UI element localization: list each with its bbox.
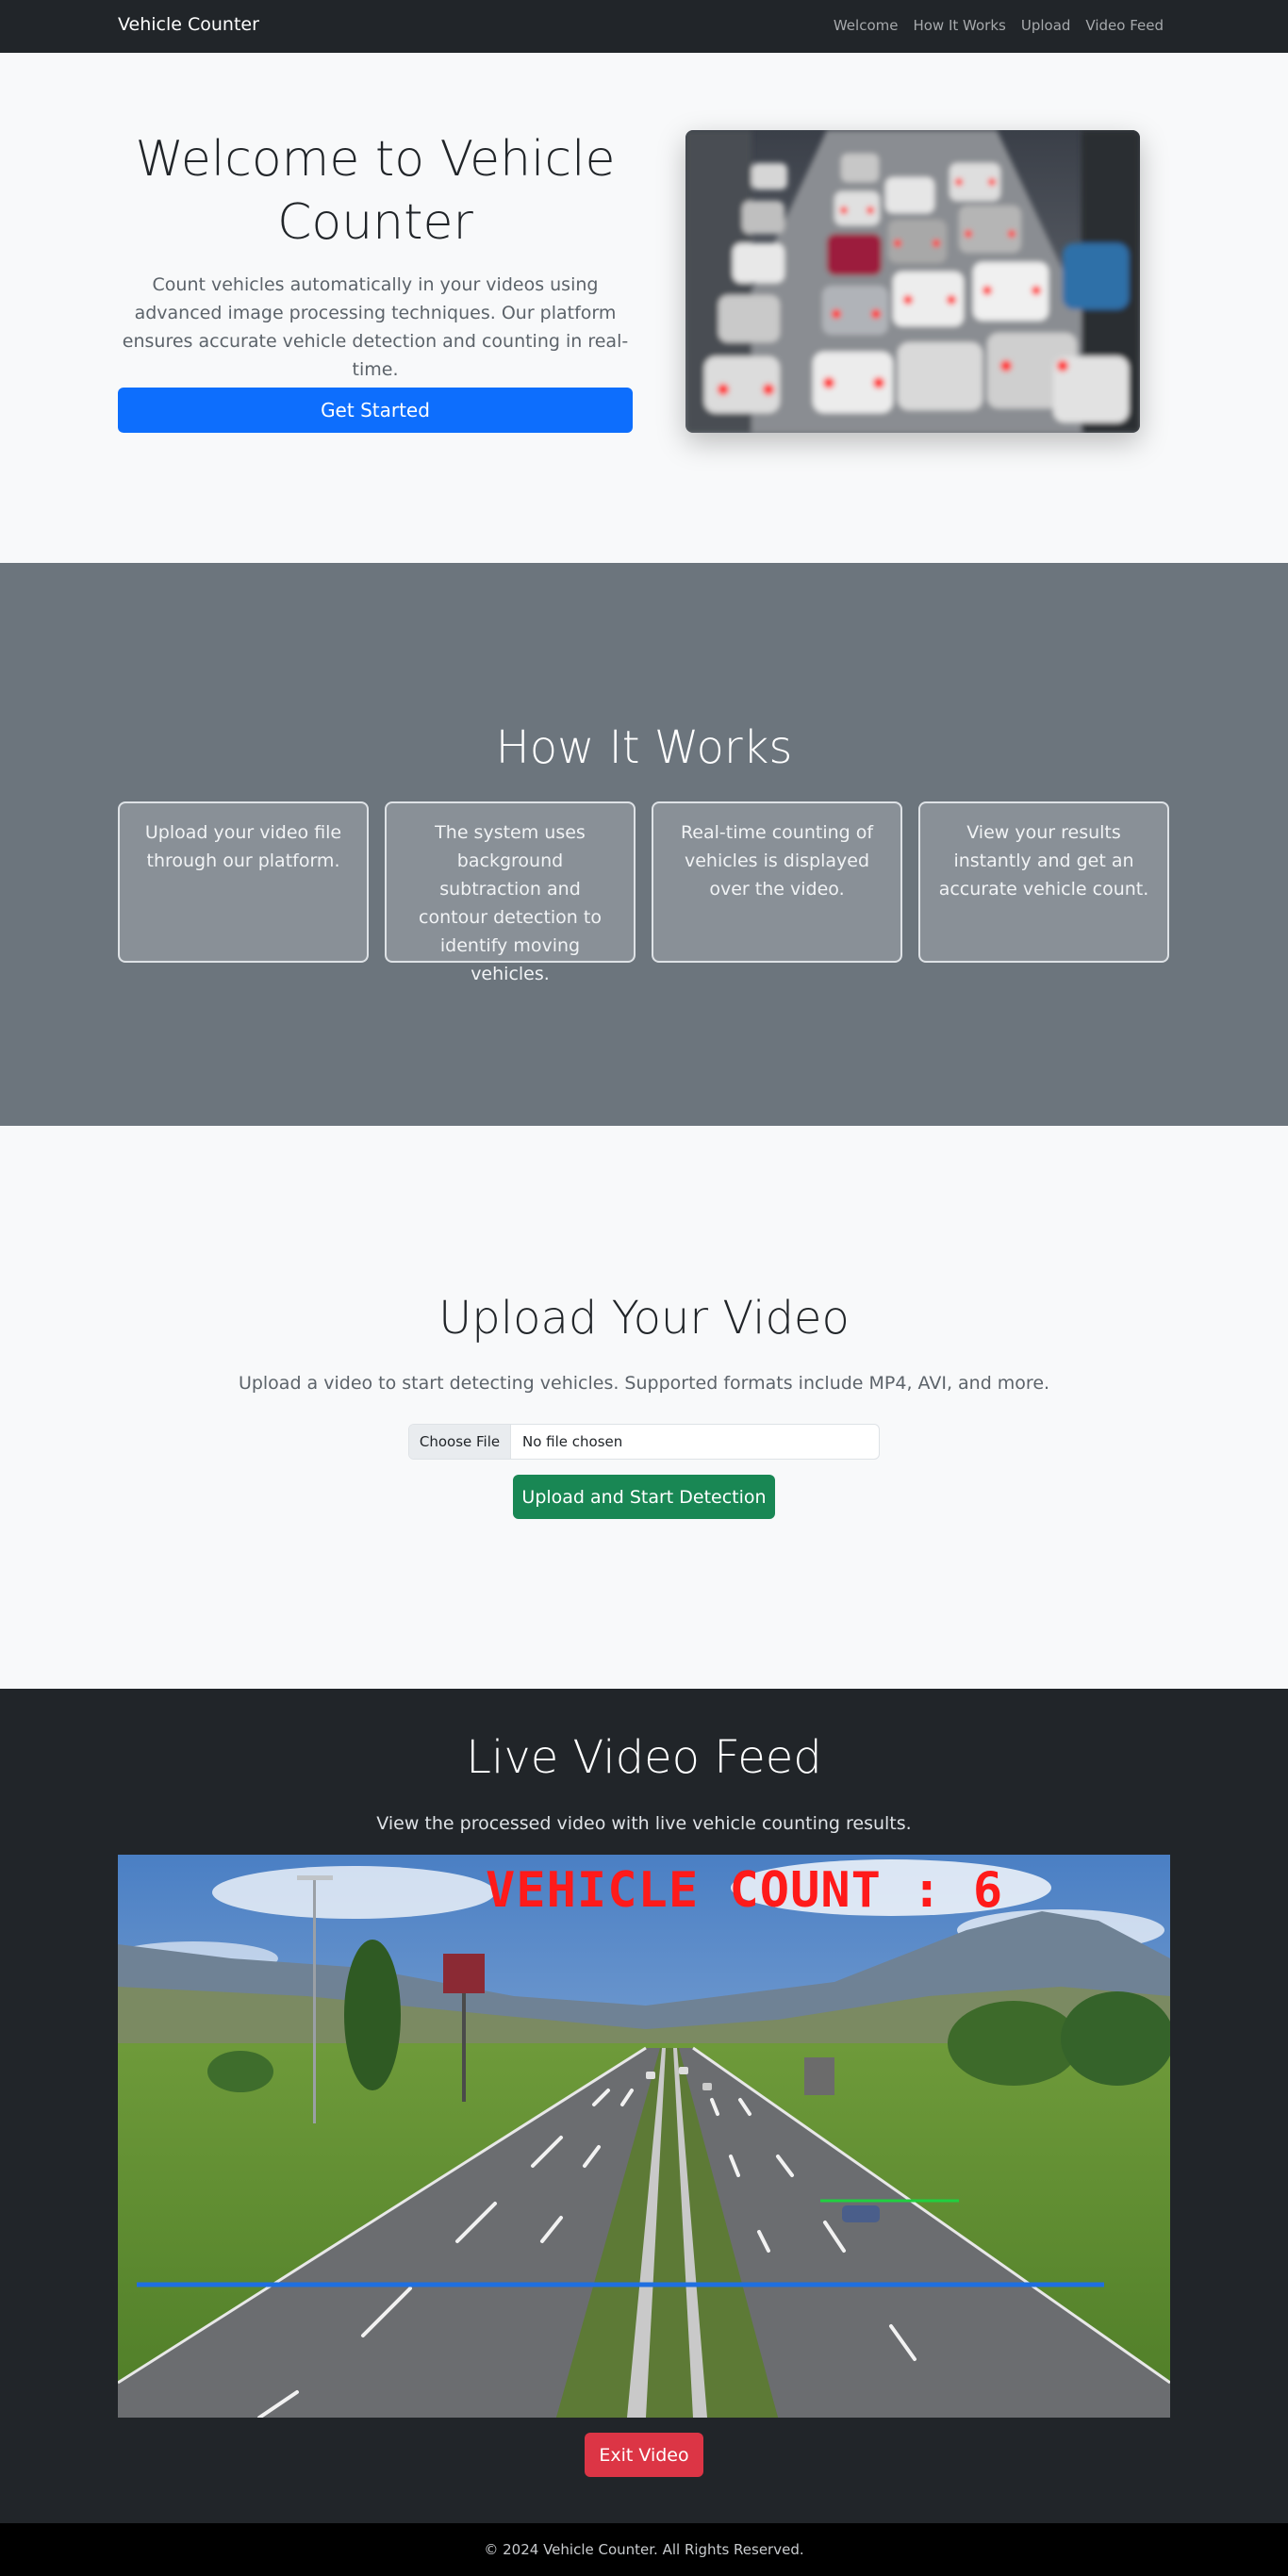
step-card-upload: Upload your video file through our platf… — [118, 801, 369, 963]
how-it-works-section: How It Works Upload your video file thro… — [0, 563, 1288, 1126]
video-feed-section: Live Video Feed View the processed video… — [0, 1689, 1288, 2523]
welcome-section: Welcome to Vehicle Counter Count vehicle… — [0, 53, 1288, 563]
nav-link-welcome[interactable]: Welcome — [834, 17, 899, 34]
upload-title: Upload Your Video — [438, 1292, 850, 1345]
brand-link[interactable]: Vehicle Counter — [118, 14, 259, 35]
nav-links: Welcome How It Works Upload Video Feed — [834, 17, 1164, 34]
nav-link-how-it-works[interactable]: How It Works — [913, 17, 1005, 34]
upload-description: Upload a video to start detecting vehicl… — [238, 1373, 1050, 1394]
traffic-image — [685, 130, 1140, 433]
hero-description: Count vehicles automatically in your vid… — [122, 274, 629, 380]
footer: © 2024 Vehicle Counter. All Rights Reser… — [0, 2523, 1288, 2576]
upload-section: Upload Your Video Upload a video to star… — [0, 1126, 1288, 1689]
how-it-works-title: How It Works — [495, 721, 793, 774]
video-feed-title: Live Video Feed — [466, 1731, 822, 1784]
nav-link-upload[interactable]: Upload — [1021, 17, 1071, 34]
file-status: No file chosen — [522, 1433, 623, 1450]
file-input[interactable]: Choose File No file chosen — [408, 1424, 880, 1460]
steps-list: Upload your video file through our platf… — [118, 801, 1170, 984]
get-started-button[interactable]: Get Started — [118, 388, 633, 433]
exit-video-button[interactable]: Exit Video — [585, 2433, 703, 2477]
step-card-results: View your results instantly and get an a… — [918, 801, 1169, 963]
nav-link-video-feed[interactable]: Video Feed — [1085, 17, 1164, 34]
video-frame: VEHICLE COUNT : 6 — [118, 1855, 1170, 2418]
choose-file-button[interactable]: Choose File — [409, 1425, 511, 1459]
footer-copyright: © 2024 Vehicle Counter. All Rights Reser… — [484, 2541, 804, 2558]
vehicle-count-overlay: VEHICLE COUNT : 6 — [486, 1862, 1004, 1919]
step-card-detection: The system uses background subtraction a… — [385, 801, 636, 984]
navbar: Vehicle Counter Welcome How It Works Upl… — [0, 0, 1288, 53]
video-feed-description: View the processed video with live vehic… — [376, 1813, 912, 1834]
hero-title: Welcome to Vehicle Counter — [135, 131, 616, 251]
upload-start-button[interactable]: Upload and Start Detection — [513, 1475, 775, 1519]
step-card-counting: Real-time counting of vehicles is displa… — [652, 801, 902, 963]
